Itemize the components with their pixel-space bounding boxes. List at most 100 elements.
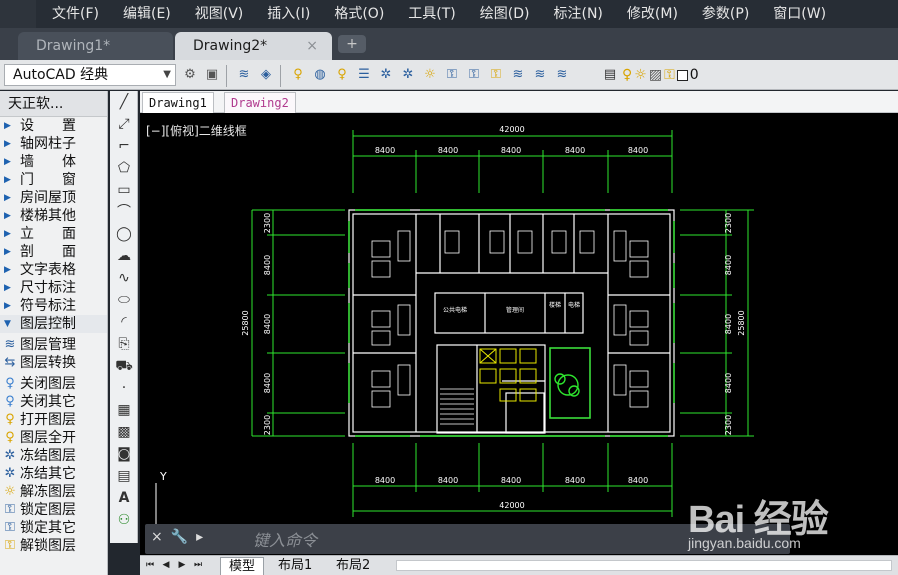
- arc-icon[interactable]: ⌒: [110, 201, 138, 223]
- command-label: 关闭图层: [20, 376, 76, 392]
- menu-view[interactable]: 视图(V): [183, 0, 256, 28]
- layer-state-icon[interactable]: ◈: [256, 65, 276, 85]
- command-item[interactable]: ♀ 图层全开: [0, 429, 107, 447]
- lock-icon[interactable]: ⚿: [442, 65, 462, 85]
- last-tab-icon[interactable]: ⏭: [192, 558, 204, 572]
- tab-drawing1[interactable]: Drawing1*: [18, 32, 173, 60]
- command-item[interactable]: ♀ 关闭图层: [0, 375, 107, 393]
- layer-manager-icon[interactable]: ▤: [600, 65, 620, 85]
- menu-modify[interactable]: 修改(M): [615, 0, 690, 28]
- make-block-icon[interactable]: ⛟: [110, 355, 138, 377]
- command-input[interactable]: 键入命令: [253, 527, 317, 551]
- ellipse-icon[interactable]: ⬭: [110, 289, 138, 311]
- spline-icon[interactable]: ∿: [110, 267, 138, 289]
- category-item[interactable]: ▼ 图层控制: [0, 315, 107, 333]
- text-icon[interactable]: A: [110, 487, 138, 509]
- polyline-icon[interactable]: ⌐: [110, 135, 138, 157]
- category-item[interactable]: ▶ 墙 体: [0, 153, 107, 171]
- polygon-icon[interactable]: ⬠: [110, 157, 138, 179]
- horizontal-scrollbar[interactable]: [396, 560, 892, 571]
- command-buttons: × 🔧 ▸: [151, 529, 203, 545]
- workspace-select[interactable]: AutoCAD 经典 ▼: [4, 64, 176, 86]
- category-item[interactable]: ▶ 设 置: [0, 117, 107, 135]
- freeze-all-icon[interactable]: ✲: [398, 65, 418, 85]
- command-item[interactable]: ⇆ 图层转换: [0, 354, 107, 372]
- gradient-icon[interactable]: ▩: [110, 421, 138, 443]
- add-selected-icon[interactable]: ⚇: [110, 509, 138, 531]
- merge-layer-icon[interactable]: ≋: [508, 65, 528, 85]
- rectangle-icon[interactable]: ▭: [110, 179, 138, 201]
- command-item[interactable]: ✲ 冻结其它: [0, 465, 107, 483]
- first-tab-icon[interactable]: ⏮: [144, 558, 156, 572]
- menu-parametric[interactable]: 参数(P): [690, 0, 761, 28]
- tab-layout2[interactable]: 布局2: [328, 557, 378, 575]
- construction-line-icon[interactable]: ⤢: [110, 113, 138, 135]
- sun-icon[interactable]: ☼: [420, 65, 440, 85]
- command-item[interactable]: ≋ 图层管理: [0, 336, 107, 354]
- category-item[interactable]: ▶ 门 窗: [0, 171, 107, 189]
- new-tab-button[interactable]: +: [338, 35, 366, 53]
- region-icon[interactable]: ◙: [110, 443, 138, 465]
- category-item[interactable]: ▶ 符号标注: [0, 297, 107, 315]
- menu-window[interactable]: 窗口(W): [761, 0, 838, 28]
- freeze-icon[interactable]: ✲: [376, 65, 396, 85]
- command-item[interactable]: ⚿ 锁定其它: [0, 519, 107, 537]
- layer-walk-icon[interactable]: ☰: [354, 65, 374, 85]
- insert-block-icon[interactable]: ⎘: [110, 333, 138, 355]
- circle-icon[interactable]: ◯: [110, 223, 138, 245]
- category-item[interactable]: ▶ 尺寸标注: [0, 279, 107, 297]
- category-item[interactable]: ▶ 剖 面: [0, 243, 107, 261]
- menu-file[interactable]: 文件(F): [40, 0, 111, 28]
- command-item[interactable]: ⚿ 解锁图层: [0, 537, 107, 555]
- menu-edit[interactable]: 编辑(E): [111, 0, 183, 28]
- close-icon[interactable]: ×: [306, 32, 318, 60]
- command-item[interactable]: ☼ 解冻图层: [0, 483, 107, 501]
- command-label: 锁定图层: [20, 502, 76, 518]
- bulb-icon[interactable]: ♀: [288, 65, 308, 85]
- revision-cloud-icon[interactable]: ☁: [110, 245, 138, 267]
- ellipse-arc-icon[interactable]: ◜: [110, 311, 138, 333]
- category-item[interactable]: ▶ 立 面: [0, 225, 107, 243]
- next-tab-icon[interactable]: ▶: [176, 558, 188, 572]
- layer-delete-icon[interactable]: ≋: [530, 65, 550, 85]
- tab-drawing2[interactable]: Drawing2* ×: [175, 32, 332, 60]
- category-item[interactable]: ▶ 房间屋顶: [0, 189, 107, 207]
- command-item[interactable]: ✲ 冻结图层: [0, 447, 107, 465]
- bulb-on-icon[interactable]: ♀: [332, 65, 352, 85]
- toolbar: AutoCAD 经典 ▼ ⚙ ▣ ≋ ◈ ♀ ◍ ♀ ☰ ✲ ✲ ☼ ⚿ ⚿ ⚿…: [0, 60, 898, 90]
- menu-tools[interactable]: 工具(T): [396, 0, 467, 28]
- category-item[interactable]: ▶ 轴网柱子: [0, 135, 107, 153]
- unlock-icon[interactable]: ⚿: [486, 65, 506, 85]
- category-item[interactable]: ▶ 文字表格: [0, 261, 107, 279]
- isolate-icon[interactable]: ◍: [310, 65, 330, 85]
- close-icon[interactable]: ×: [151, 529, 163, 545]
- point-icon[interactable]: ·: [110, 377, 138, 399]
- layer-match-icon[interactable]: ≋: [552, 65, 572, 85]
- hatch-icon[interactable]: ▦: [110, 399, 138, 421]
- settings-icon[interactable]: ⚙: [180, 65, 200, 85]
- menu-draw[interactable]: 绘图(D): [468, 0, 542, 28]
- workspace-icon[interactable]: ▣: [202, 65, 222, 85]
- tab-layout1[interactable]: 布局1: [270, 557, 320, 575]
- app-logo[interactable]: [0, 0, 36, 28]
- menu-format[interactable]: 格式(O): [322, 0, 396, 28]
- tab-model[interactable]: 模型: [220, 557, 265, 575]
- table-icon[interactable]: ▤: [110, 465, 138, 487]
- menu-dimension[interactable]: 标注(N): [542, 0, 615, 28]
- tab-drawing1[interactable]: Drawing1: [142, 92, 214, 113]
- dim-side-right: 2300: [724, 415, 733, 435]
- prev-tab-icon[interactable]: ◀: [160, 558, 172, 572]
- lock-others-icon[interactable]: ⚿: [464, 65, 484, 85]
- line-icon[interactable]: ╱: [110, 91, 138, 113]
- terminal-icon[interactable]: ▸: [196, 529, 203, 545]
- menu-insert[interactable]: 插入(I): [255, 0, 322, 28]
- command-item[interactable]: ♀ 打开图层: [0, 411, 107, 429]
- layer-properties-icon[interactable]: ≋: [234, 65, 254, 85]
- command-item[interactable]: ⚿ 锁定图层: [0, 501, 107, 519]
- wrench-icon[interactable]: 🔧: [171, 529, 188, 545]
- tab-drawing2[interactable]: Drawing2: [224, 92, 296, 113]
- category-item[interactable]: ▶ 楼梯其他: [0, 207, 107, 225]
- command-item[interactable]: ♀ 关闭其它: [0, 393, 107, 411]
- dim-total-width-bottom: 42000: [499, 501, 524, 510]
- layer-combo[interactable]: ▤ ♀ ☼ ▨ ⚿ 0: [600, 65, 699, 85]
